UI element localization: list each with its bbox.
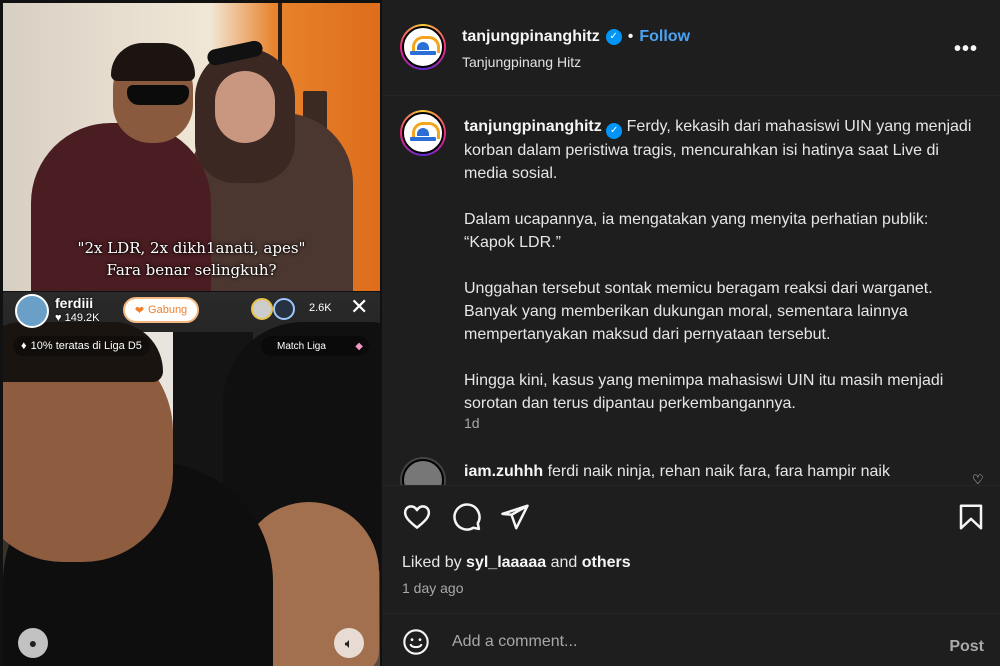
match-league-badge: Match Liga ◆ [261,336,369,356]
liked-by-line: Liked by syl_laaaaa and others [402,554,631,572]
streamer-likes: ♥ 149.2K [55,312,99,324]
post-caption: tanjungpinanghitz ✓ Ferdy, kekasih dari … [464,115,974,415]
match-label: Match Liga [277,340,326,352]
action-bar: Liked by syl_laaaaa and others 1 day ago [382,485,1000,611]
brand-logo-icon [408,36,440,58]
viewer-avatar [251,298,273,320]
caption-avatar[interactable] [400,110,446,156]
brand-logo-icon [408,122,440,144]
header-username[interactable]: tanjungpinanghitz [462,28,600,46]
live-stream-screenshot: ferdiii ♥ 149.2K ❤ Gabung 2.6K ✕ ♦ 10% t… [3,292,380,666]
like-heart-icon[interactable] [402,502,432,532]
audio-toggle-button[interactable]: 🔈︎ [334,628,364,658]
woman-face [215,71,275,143]
header-subtitle[interactable]: Tanjungpinang Hitz [462,54,581,70]
join-label: Gabung [148,304,188,316]
comment-item: iam.zuhhh ferdi naik ninja, rehan naik f… [464,463,890,481]
caption-timestamp[interactable]: 1d [464,415,480,431]
join-button: ❤ Gabung [123,297,199,323]
comment-input[interactable] [452,630,892,654]
more-options-icon[interactable]: ••• [954,38,978,61]
man-sunglasses [127,85,189,105]
commenter-username[interactable]: iam.zuhhh [464,463,543,480]
share-paper-plane-icon[interactable] [500,502,530,532]
verified-badge-icon: ✓ [606,123,623,139]
heart-icon: ♥ [55,312,62,324]
post-header: tanjungpinanghitz ✓ • Follow Tanjungpina… [382,0,1000,96]
hearts-icon: ❤ [134,304,145,317]
league-label: 10% teratas di Liga D5 [30,340,142,352]
photo-caption: "2x LDR, 2x dikh1anati, apes" Fara benar… [3,237,380,281]
post-details-panel: tanjungpinanghitz ✓ • Follow Tanjungpina… [382,0,1000,666]
close-icon: ✕ [350,294,369,319]
caption-username[interactable]: tanjungpinanghitz [464,118,602,135]
save-bookmark-icon[interactable] [956,502,986,532]
user-icon: ● [28,635,38,651]
speaker-icon: 🔈︎ [344,634,354,651]
viewer-avatars [251,298,303,320]
liked-by-and: and [550,554,578,571]
follow-button[interactable]: Follow [639,28,690,46]
gem-icon: ◆ [355,340,363,352]
liked-by-others[interactable]: others [582,554,631,571]
comments-section[interactable]: tanjungpinanghitz ✓ Ferdy, kekasih dari … [382,97,1000,485]
verified-badge-icon: ✓ [605,29,622,45]
photo-caption-line2: Fara benar selingkuh? [106,261,277,279]
viewer-count: 2.6K [309,302,332,314]
couple-photo: "2x LDR, 2x dikh1anati, apes" Fara benar… [3,3,380,291]
profile-avatar[interactable] [400,24,446,70]
add-comment-bar: Post [382,613,1000,666]
streamer-avatar [15,294,49,328]
photo-caption-line1: "2x LDR, 2x dikh1anati, apes" [77,239,306,257]
post-comment-button[interactable]: Post [949,638,984,656]
comment-text: ferdi naik ninja, rehan naik fara, fara … [547,463,890,480]
commenter-avatar[interactable] [400,457,446,485]
header-user-line: tanjungpinanghitz ✓ • Follow [462,28,690,46]
league-badge: ♦ 10% teratas di Liga D5 [13,336,150,356]
man-hair [111,43,195,81]
diamond-icon: ♦ [21,340,27,352]
post-date[interactable]: 1 day ago [402,580,464,596]
comment-like-icon[interactable]: ♡ [972,472,986,485]
caption-body: Ferdy, kekasih dari mahasiswi UIN yang m… [464,118,972,412]
liked-by-user[interactable]: syl_laaaaa [466,554,546,571]
comment-bubble-icon[interactable] [452,502,482,532]
emoji-icon[interactable] [402,628,430,656]
user-tags-button[interactable]: ● [18,628,48,658]
post-media[interactable]: "2x LDR, 2x dikh1anati, apes" Fara benar… [0,0,382,666]
liked-by-prefix: Liked by [402,554,462,571]
live-top-bar: ferdiii ♥ 149.2K ❤ Gabung 2.6K ✕ [13,292,373,328]
streamer-likes-count: 149.2K [64,312,100,324]
separator-dot: • [627,28,634,45]
streamer-name: ferdiii [55,295,94,311]
viewer-avatar [273,298,295,320]
